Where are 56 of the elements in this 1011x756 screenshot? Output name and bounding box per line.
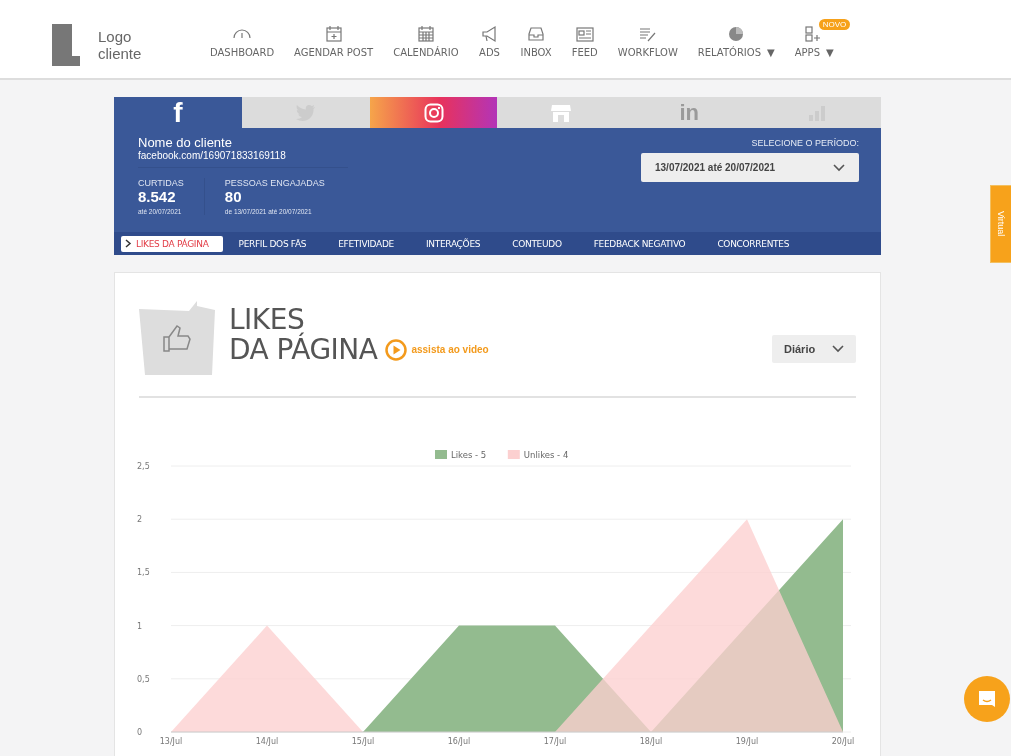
x-tick-label: 18/Jul bbox=[639, 737, 663, 746]
newspaper-icon bbox=[573, 24, 596, 44]
section-tab[interactable]: CONCORRENTES bbox=[701, 235, 806, 252]
x-tick-label: 13/Jul bbox=[159, 737, 183, 746]
period-dropdown[interactable]: Diário bbox=[772, 335, 856, 363]
section-tab[interactable]: CONTEUDO bbox=[496, 235, 578, 252]
stat-value: 8.542 bbox=[138, 188, 177, 205]
play-icon bbox=[385, 338, 408, 361]
chat-icon bbox=[977, 689, 997, 709]
period-label: SELECIONE O PERÍODO: bbox=[751, 138, 859, 148]
section-tab[interactable]: EFETIVIDADE bbox=[322, 235, 410, 252]
camera-icon bbox=[423, 102, 444, 123]
period-dropdown[interactable]: 13/07/2021 até 20/07/2021 bbox=[641, 153, 859, 182]
chevron-right-icon bbox=[125, 239, 132, 248]
chevron-down-icon bbox=[832, 345, 844, 353]
page-url: facebook.com/169071833169118 bbox=[138, 150, 348, 168]
stat-label: PESSOAS ENGAJADAS bbox=[224, 178, 325, 188]
social-tab[interactable]: f bbox=[114, 97, 242, 128]
x-tick-label: 17/Jul bbox=[543, 737, 567, 746]
y-tick-label: 2 bbox=[137, 515, 143, 525]
x-tick-label: 14/Jul bbox=[255, 737, 279, 746]
y-tick-label: 1,5 bbox=[137, 568, 150, 578]
y-tick-label: 1 bbox=[137, 621, 143, 631]
client-name: Nome do cliente bbox=[138, 136, 233, 150]
section-title: DA PÁGINA bbox=[229, 334, 378, 365]
x-tick-label: 16/Jul bbox=[447, 737, 471, 746]
logo-text: Logo cliente bbox=[98, 28, 142, 62]
nav-item[interactable]: WORKFLOW bbox=[607, 24, 688, 58]
y-tick-label: 2,5 bbox=[137, 462, 150, 471]
store-icon bbox=[550, 102, 573, 123]
nav-item[interactable]: DASHBOARD bbox=[200, 24, 285, 58]
legend-label: Unlikes - 4 bbox=[523, 450, 569, 460]
nav-item[interactable]: ADS bbox=[468, 24, 511, 58]
new-badge: NOVO bbox=[818, 19, 851, 30]
nav-item[interactable]: INBOX bbox=[510, 24, 562, 58]
section-tab[interactable]: LIKES DA PÁGINA bbox=[121, 235, 223, 252]
x-tick-label: 20/Jul bbox=[831, 737, 855, 746]
stat-label: CURTIDAS bbox=[138, 178, 184, 188]
nav-item[interactable]: CALENDÁRIO bbox=[383, 24, 469, 58]
chevron-down-icon bbox=[833, 163, 845, 172]
section-tab[interactable]: FEEDBACK NEGATIVO bbox=[577, 235, 702, 252]
nav-item[interactable]: FEED bbox=[561, 24, 608, 58]
legend-label: Likes - 5 bbox=[451, 450, 487, 460]
logo-mark bbox=[52, 24, 80, 66]
social-tab[interactable] bbox=[369, 97, 498, 128]
y-tick-label: 0,5 bbox=[137, 674, 150, 684]
x-tick-label: 15/Jul bbox=[351, 737, 375, 746]
nav-item[interactable]: RELATÓRIOS ▼ bbox=[687, 24, 785, 58]
chat-button[interactable] bbox=[964, 676, 1010, 722]
section-tab[interactable]: PERFIL DOS FÃS bbox=[222, 235, 323, 252]
x-tick-label: 19/Jul bbox=[735, 737, 759, 746]
stat-value: 80 bbox=[224, 188, 243, 205]
thumbs-up-icon bbox=[139, 300, 215, 375]
section-tab[interactable]: INTERAÇÕES bbox=[409, 235, 497, 252]
nav-item[interactable]: AGENDAR POST bbox=[284, 24, 384, 58]
y-tick-label: 0 bbox=[137, 728, 143, 737]
